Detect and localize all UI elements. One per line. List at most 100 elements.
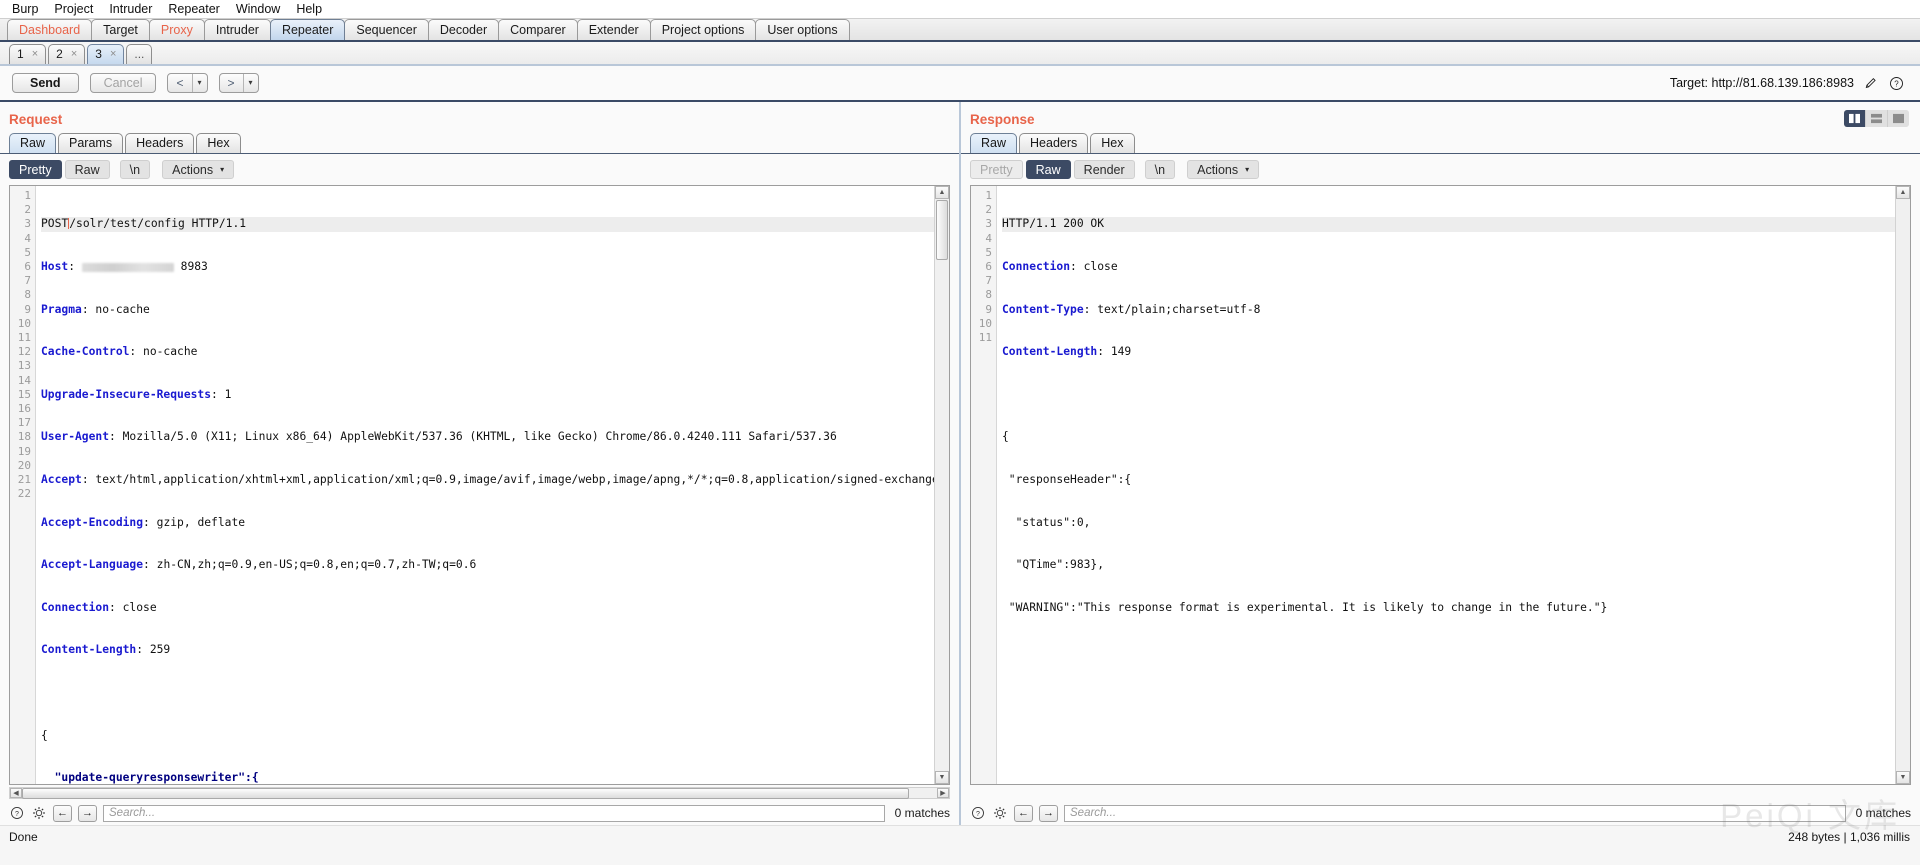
close-icon[interactable]: × (71, 45, 77, 64)
request-tab-hex[interactable]: Hex (196, 133, 240, 153)
request-search-input[interactable] (103, 805, 885, 822)
go-forward-button[interactable]: > ▾ (219, 73, 259, 93)
gear-icon[interactable] (992, 805, 1008, 821)
request-tab-raw[interactable]: Raw (9, 133, 56, 153)
chevron-down-icon[interactable]: ▾ (193, 74, 207, 92)
request-tab-headers[interactable]: Headers (125, 133, 194, 153)
code-line: Connection: close (41, 601, 934, 615)
menu-item-window[interactable]: Window (228, 1, 288, 18)
request-horizontal-scrollbar[interactable]: ◀ ▶ (9, 787, 950, 799)
search-prev-button[interactable]: ← (1014, 805, 1033, 822)
menu-item-project[interactable]: Project (46, 1, 101, 18)
scroll-left-icon[interactable]: ◀ (10, 788, 22, 798)
repeater-tab-2[interactable]: 2 × (48, 44, 85, 64)
response-tab-raw[interactable]: Raw (970, 133, 1017, 153)
json-line: { (1002, 430, 1009, 443)
question-icon[interactable]: ? (1888, 75, 1904, 91)
menu-item-burp[interactable]: Burp (4, 1, 46, 18)
response-tab-hex[interactable]: Hex (1090, 133, 1134, 153)
line-number: 9 (10, 303, 35, 317)
repeater-tab-new[interactable]: ... (126, 44, 152, 64)
line-number: 14 (10, 374, 35, 388)
header-name: Pragma (41, 303, 82, 316)
code-line: Content-Length: 149 (1002, 345, 1895, 359)
scroll-track[interactable] (935, 261, 949, 771)
pencil-icon[interactable] (1863, 75, 1879, 91)
response-code[interactable]: HTTP/1.1 200 OK Connection: close Conten… (997, 186, 1895, 784)
request-mode-newline[interactable]: \n (120, 160, 150, 179)
close-icon[interactable]: × (32, 45, 38, 64)
response-pane: Response Raw Headers Hex Pretty Raw (961, 102, 1920, 825)
response-search-input[interactable] (1064, 805, 1846, 822)
svg-text:?: ? (15, 811, 19, 818)
split-horizontal-icon[interactable] (1866, 110, 1888, 127)
search-next-button[interactable]: → (78, 805, 97, 822)
request-editor[interactable]: 1 2 3 4 5 6 7 8 9 10 11 12 13 14 15 16 1 (9, 185, 950, 785)
header-name: User-Agent (41, 430, 109, 443)
json-line: { (41, 729, 48, 742)
close-icon[interactable]: × (110, 45, 116, 64)
line-number: 3 (971, 217, 996, 231)
scroll-thumb[interactable] (936, 200, 948, 260)
search-next-button[interactable]: → (1039, 805, 1058, 822)
response-mode-render[interactable]: Render (1074, 160, 1135, 179)
scroll-thumb[interactable] (22, 788, 909, 799)
line-number: 7 (971, 274, 996, 288)
header-value: close (1084, 260, 1118, 273)
menu-item-help[interactable]: Help (288, 1, 330, 18)
code-line: Content-Type: text/plain;charset=utf-8 (1002, 303, 1895, 317)
header-name: Content-Type (1002, 303, 1084, 316)
chevron-right-icon: > (220, 74, 243, 92)
header-value: close (123, 601, 157, 614)
repeater-tab-3[interactable]: 3 × (87, 44, 124, 64)
scroll-down-icon[interactable]: ▼ (935, 771, 949, 784)
tab-target[interactable]: Target (91, 19, 150, 40)
request-mode-pretty[interactable]: Pretty (9, 160, 62, 179)
split-vertical-icon[interactable] (1844, 110, 1866, 127)
chevron-down-icon[interactable]: ▾ (244, 74, 258, 92)
tab-user-options[interactable]: User options (755, 19, 849, 40)
colon: : (1070, 260, 1084, 273)
tab-extender[interactable]: Extender (577, 19, 651, 40)
single-pane-icon[interactable] (1888, 110, 1909, 127)
request-actions-button[interactable]: Actions ▾ (162, 160, 234, 179)
gear-icon[interactable] (31, 805, 47, 821)
tab-proxy[interactable]: Proxy (149, 19, 205, 40)
go-back-button[interactable]: < ▾ (167, 73, 207, 93)
question-icon[interactable]: ? (970, 805, 986, 821)
search-prev-button[interactable]: ← (53, 805, 72, 822)
scroll-track[interactable] (1896, 199, 1910, 771)
response-actions-button[interactable]: Actions ▾ (1187, 160, 1259, 179)
response-editor[interactable]: 1 2 3 4 5 6 7 8 9 10 11 HTTP/1.1 200 OK … (970, 185, 1911, 785)
scroll-up-icon[interactable]: ▲ (1896, 186, 1910, 199)
scroll-down-icon[interactable]: ▼ (1896, 771, 1910, 784)
line-number: 19 (10, 445, 35, 459)
json-line: "status":0, (1002, 516, 1090, 529)
tab-sequencer[interactable]: Sequencer (344, 19, 428, 40)
tab-dashboard[interactable]: Dashboard (7, 19, 92, 40)
tab-project-options[interactable]: Project options (650, 19, 757, 40)
tab-intruder[interactable]: Intruder (204, 19, 271, 40)
question-icon[interactable]: ? (9, 805, 25, 821)
tab-repeater[interactable]: Repeater (270, 19, 345, 40)
request-mode-raw[interactable]: Raw (65, 160, 110, 179)
menu-item-repeater[interactable]: Repeater (160, 1, 227, 18)
request-code[interactable]: POST/solr/test/config HTTP/1.1 Host: 898… (36, 186, 934, 784)
cancel-button: Cancel (90, 73, 157, 93)
target-label: Target: http://81.68.139.186:8983 (1670, 76, 1854, 90)
code-line: Accept-Encoding: gzip, deflate (41, 516, 934, 530)
request-tab-params[interactable]: Params (58, 133, 123, 153)
repeater-tab-1[interactable]: 1 × (9, 44, 46, 64)
response-mode-newline[interactable]: \n (1145, 160, 1175, 179)
menu-item-intruder[interactable]: Intruder (101, 1, 160, 18)
response-mode-raw[interactable]: Raw (1026, 160, 1071, 179)
scroll-right-icon[interactable]: ▶ (937, 788, 949, 798)
response-tab-headers[interactable]: Headers (1019, 133, 1088, 153)
send-button[interactable]: Send (12, 73, 79, 93)
scroll-up-icon[interactable]: ▲ (935, 186, 949, 199)
request-vertical-scrollbar[interactable]: ▲ ▼ (934, 186, 949, 784)
tab-comparer[interactable]: Comparer (498, 19, 578, 40)
response-vertical-scrollbar[interactable]: ▲ ▼ (1895, 186, 1910, 784)
header-name: Accept-Language (41, 558, 143, 571)
tab-decoder[interactable]: Decoder (428, 19, 499, 40)
